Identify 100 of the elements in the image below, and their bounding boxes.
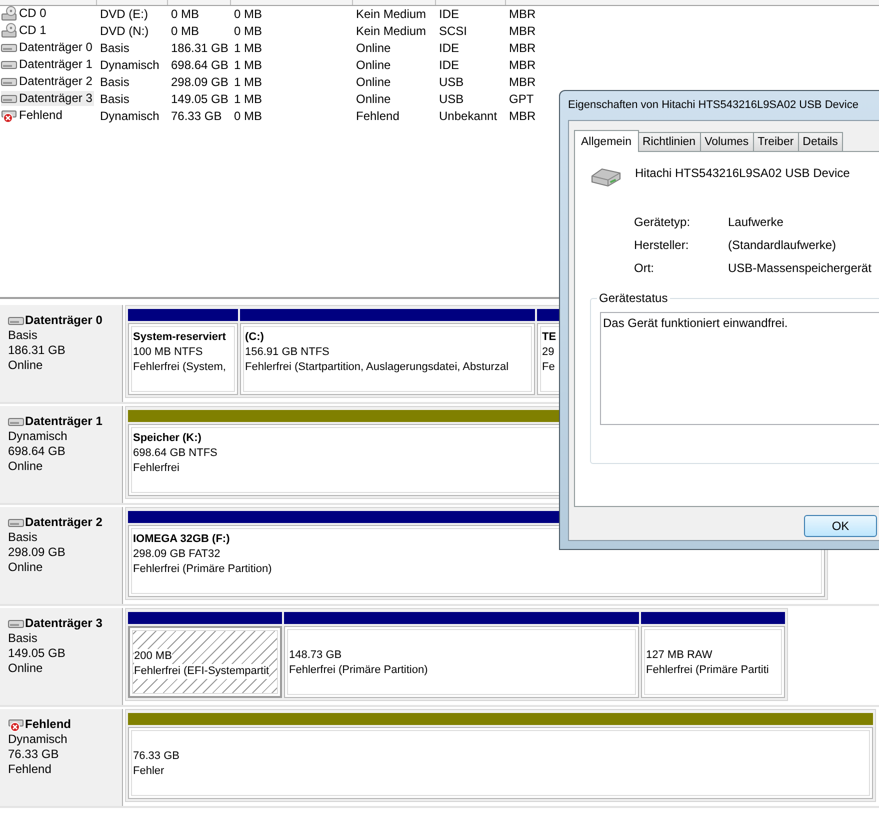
table-cell: USB [439, 92, 464, 107]
partition-size: 76.33 GB [133, 749, 180, 764]
table-cell: MBR [509, 75, 536, 90]
table-cell: MBR [509, 109, 536, 124]
table-cell: SCSI [439, 24, 468, 39]
table-cell: 0 MB [234, 7, 262, 22]
table-cell: 0 MB [234, 24, 262, 39]
table-cell: 0 MB [171, 7, 200, 22]
tab[interactable]: Richtlinien [638, 132, 701, 151]
tab[interactable]: Details [798, 132, 843, 151]
table-cell: IDE [439, 41, 460, 56]
table-cell: MBR [509, 24, 536, 39]
table-cell: IDE [439, 58, 460, 73]
tab[interactable]: Volumes [700, 132, 754, 151]
volume-list-item[interactable]: Fehlend [1, 108, 64, 123]
table-cell: 298.09 GB [171, 75, 228, 90]
table-cell: Online [356, 58, 391, 73]
disk-size: 298.09 GB [8, 545, 66, 560]
disk-size: 186.31 GB [8, 343, 66, 358]
partition-status: Fehlerfrei (EFI-Systempartit [134, 664, 270, 679]
disk-type: Basis [8, 530, 38, 545]
table-cell: 0 MB [234, 109, 262, 124]
missing-disk-icon [8, 718, 24, 732]
partition-status: Fehler [133, 764, 164, 779]
property-value: USB-Massenspeichergerät [728, 261, 872, 276]
partition-status: Fehlerfrei (Primäre Partiti [646, 663, 769, 678]
partition-block[interactable]: 76.33 GB Fehler [128, 727, 873, 799]
status-text-box[interactable]: Das Gerät funktioniert einwandfrei. [600, 312, 879, 425]
partition-title: (C:) [245, 330, 264, 345]
disk-type: Dynamisch [8, 429, 68, 444]
table-cell: Kein Medium [356, 7, 426, 22]
volume-list-item[interactable]: CD 0 [1, 6, 48, 21]
device-name: Hitachi HTS543216L9SA02 USB Device [635, 166, 850, 180]
tab[interactable]: Treiber [752, 132, 799, 151]
table-cell: 698.64 GB [171, 58, 228, 73]
table-cell: Fehlend [356, 109, 400, 124]
volume-list-item[interactable]: CD 1 [1, 23, 48, 38]
volume-list-item[interactable]: Datenträger 1 [1, 57, 94, 72]
window-title: Eigenschaften von Hitachi HTS543216L9SA02 USB Device [568, 99, 858, 111]
volume-list-item[interactable]: Datenträger 0 [1, 40, 94, 55]
table-cell: Online [356, 92, 391, 107]
ok-button[interactable]: OK [804, 515, 877, 537]
table-cell: Dynamisch [100, 109, 160, 124]
partition-title: IOMEGA 32GB (F:) [133, 532, 230, 547]
partition-size: 29 [542, 345, 554, 360]
table-cell: Dynamisch [100, 58, 160, 73]
disk-name: Datenträger 2 [25, 515, 102, 530]
disk-status: Online [8, 459, 44, 474]
partition-status: Fehlerfrei (System, [133, 360, 226, 375]
status-text: Das Gerät funktioniert einwandfrei. [603, 316, 788, 330]
partition-status: Fehlerfrei (Primäre Partition) [133, 562, 272, 577]
table-cell: MBR [509, 58, 536, 73]
disk-size: 698.64 GB [8, 444, 66, 459]
table-cell: MBR [509, 41, 536, 56]
volume-list-item[interactable]: Datenträger 3 [1, 91, 94, 106]
partition-block[interactable]: System-reserviert 100 MB NTFS Fehlerfrei (System, [128, 323, 238, 395]
table-cell: 1 MB [234, 41, 262, 56]
partition-status: Fehlerfrei [133, 461, 180, 476]
partition-size: 200 MB [134, 649, 172, 664]
table-cell: Basis [100, 41, 130, 56]
partition-title: Speicher (K:) [133, 431, 202, 446]
partition-status: Fehlerfrei (Primäre Partition) [289, 663, 428, 678]
partition-status: Fe [542, 360, 555, 375]
table-cell: Online [356, 41, 391, 56]
disk-name: Datenträger 0 [25, 313, 102, 328]
disk-type: Dynamisch [8, 732, 68, 747]
partition-block[interactable]: (C:) 156.91 GB NTFS Fehlerfrei (Startpartition, Auslagerungsdatei, Absturzal [240, 323, 535, 395]
partition-block[interactable]: 200 MB Fehlerfrei (EFI-Systempartit [128, 626, 282, 698]
partition-size: 127 MB RAW [646, 648, 712, 663]
disk-name: Datenträger 1 [25, 414, 102, 429]
partition-block[interactable]: 148.73 GB Fehlerfrei (Primäre Partition) [284, 626, 639, 698]
partition-size: 148.73 GB [289, 648, 342, 663]
table-cell: Basis [100, 75, 130, 90]
cd-drive-icon [1, 6, 17, 21]
table-cell: IDE [439, 7, 460, 22]
table-cell: DVD (N:) [100, 24, 149, 39]
table-cell: 76.33 GB [171, 109, 222, 124]
volume-list-item[interactable]: Datenträger 2 [1, 74, 94, 89]
partition-size: 100 MB NTFS [133, 345, 203, 360]
table-cell: Online [356, 75, 391, 90]
partition-title: System-reserviert [133, 330, 226, 345]
disk-name: Fehlend [25, 717, 72, 732]
property-label: Ort: [634, 261, 655, 276]
partition-block[interactable]: 127 MB RAW Fehlerfrei (Primäre Partiti [641, 626, 785, 698]
property-value: Laufwerke [728, 215, 784, 230]
disk-size: 149.05 GB [8, 646, 66, 661]
tab[interactable]: Allgemein [574, 130, 638, 152]
property-value: (Standardlaufwerke) [728, 238, 838, 253]
disk-type: Basis [8, 328, 38, 343]
table-cell: 0 MB [171, 24, 200, 39]
table-cell: GPT [509, 92, 534, 107]
partition-size: 298.09 GB FAT32 [133, 547, 220, 562]
table-cell: Basis [100, 92, 130, 107]
partition-size: 698.64 GB NTFS [133, 446, 218, 461]
property-label: Gerätetyp: [634, 215, 692, 230]
table-cell: 1 MB [234, 92, 262, 107]
table-cell: Kein Medium [356, 24, 426, 39]
partition-title: TE [542, 330, 556, 345]
table-cell: 149.05 GB [171, 92, 228, 107]
disk-type: Basis [8, 631, 38, 646]
